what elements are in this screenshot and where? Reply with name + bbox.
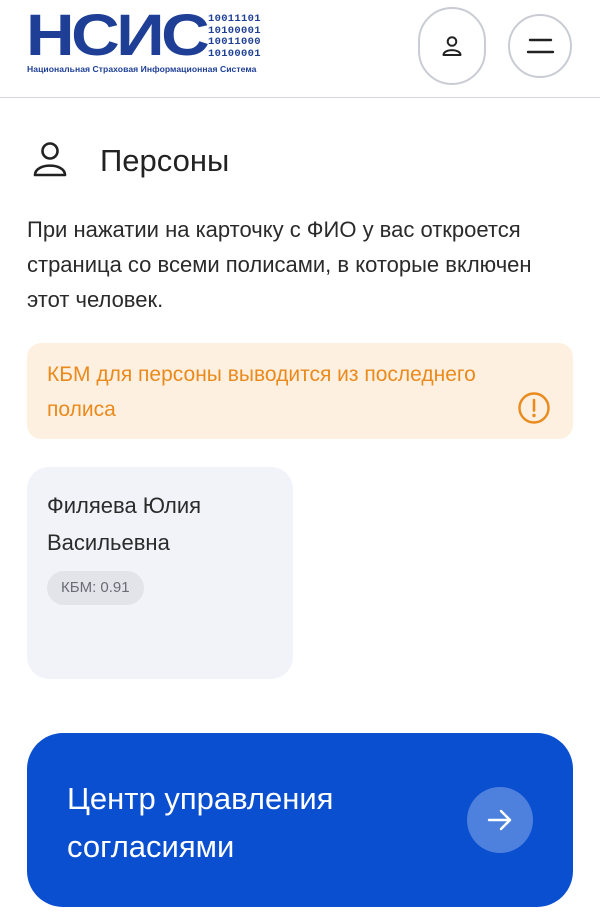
logo-binary-line: 10011101 [208, 13, 261, 25]
logo-caption: Национальная Страховая Информационная Си… [27, 64, 257, 74]
notice-text: КБМ для персоны выводится из последнего … [47, 363, 476, 421]
person-name: Филяева Юлия Васильевна [47, 493, 202, 555]
consent-center-banner[interactable]: Центр управления согласиями [27, 733, 573, 907]
logo-binary-line: 10100001 [208, 47, 261, 60]
kbm-notice: КБМ для персоны выводится из последнего … [27, 343, 573, 439]
consent-center-label: Центр управления согласиями [67, 781, 334, 864]
hamburger-menu-icon [526, 38, 555, 54]
profile-button[interactable] [418, 7, 486, 85]
menu-button[interactable] [508, 14, 572, 78]
user-icon [442, 36, 462, 56]
section-description: При нажатии на карточку с ФИО у вас откр… [27, 217, 532, 312]
logo-binary-line: 10011000 [208, 36, 261, 48]
kbm-badge: КБМ: 0.91 [47, 571, 144, 605]
header: НСИС 10011101 10100001 10011000 10100001… [0, 0, 600, 98]
consent-arrow-button[interactable] [467, 787, 533, 853]
person-icon [33, 142, 67, 177]
nsis-logo[interactable]: НСИС 10011101 10100001 10011000 10100001… [26, 7, 266, 79]
exclamation-circle-icon [518, 392, 550, 424]
logo-binary-code: 10011101 10100001 10011000 10100001 [208, 13, 261, 60]
section-header: Персоны [32, 140, 229, 178]
page-title: Персоны [100, 143, 230, 178]
logo-letters: НСИС [26, 3, 210, 68]
person-card[interactable]: Филяева Юлия Васильевна КБМ: 0.91 [27, 467, 293, 679]
arrow-right-icon [487, 809, 512, 831]
